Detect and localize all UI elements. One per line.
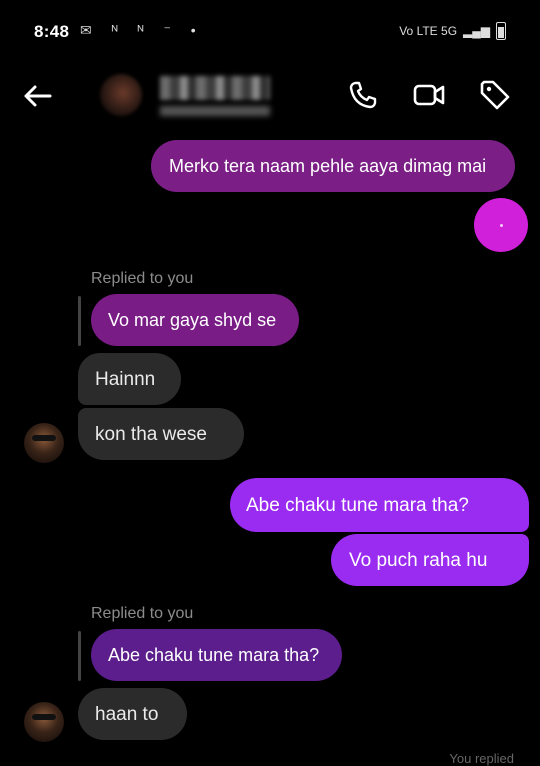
reply-bar [78, 296, 81, 346]
reply-bar [78, 631, 81, 681]
phone-icon [349, 81, 377, 109]
outgoing-message[interactable]: Vo puch raha hu [331, 534, 529, 586]
outgoing-dot-message[interactable] [474, 198, 528, 252]
you-replied-label: You replied [449, 751, 514, 766]
sender-avatar[interactable] [24, 702, 64, 742]
video-icon [413, 84, 445, 106]
contact-name-blurred[interactable] [160, 76, 270, 100]
incoming-message[interactable]: haan to [78, 688, 187, 740]
battery-icon [496, 22, 506, 40]
call-button[interactable] [346, 78, 380, 112]
quoted-message[interactable]: Vo mar gaya shyd se [91, 294, 299, 346]
reply-label: Replied to you [91, 605, 194, 622]
tag-icon [480, 80, 510, 110]
notification-icons: ✉ ᴺ ᴺ ⁻ • [80, 22, 204, 38]
status-time: 8:48 [34, 22, 70, 41]
message-text: haan to [95, 703, 159, 725]
network-label: Vo LTE 5G [399, 24, 458, 38]
chat-header [0, 64, 540, 128]
message-text: kon tha wese [95, 423, 207, 445]
system-icons: Vo LTE 5G ▂▄▆ [399, 22, 506, 40]
message-text: Merko tera naam pehle aaya dimag mai [169, 156, 487, 176]
quoted-text: Vo mar gaya shyd se [108, 309, 277, 330]
incoming-message[interactable]: kon tha wese [78, 408, 244, 460]
signal-icon: ▂▄▆ [463, 24, 490, 38]
contact-status-blurred [160, 106, 270, 116]
quoted-text: Abe chaku tune mara tha? [108, 644, 320, 665]
message-text: Abe chaku tune mara tha? [246, 494, 469, 516]
video-call-button[interactable] [412, 78, 446, 112]
arrow-left-icon [24, 85, 52, 107]
message-text: Hainnn [95, 368, 156, 390]
back-button[interactable] [20, 78, 56, 114]
quoted-message[interactable]: Abe chaku tune mara tha? [91, 629, 342, 681]
outgoing-message[interactable]: Merko tera naam pehle aaya dimag mai [151, 140, 515, 192]
message-text: Vo puch raha hu [349, 549, 488, 571]
reply-label: Replied to you [91, 270, 194, 287]
contact-avatar[interactable] [100, 74, 142, 116]
sender-avatar[interactable] [24, 423, 64, 463]
outgoing-message[interactable]: Abe chaku tune mara tha? [230, 478, 529, 532]
incoming-message[interactable]: Hainnn [78, 353, 181, 405]
dot-icon [499, 223, 503, 227]
tag-button[interactable] [478, 78, 512, 112]
status-bar: 8:48 ✉ ᴺ ᴺ ⁻ • Vo LTE 5G ▂▄▆ [0, 0, 540, 64]
